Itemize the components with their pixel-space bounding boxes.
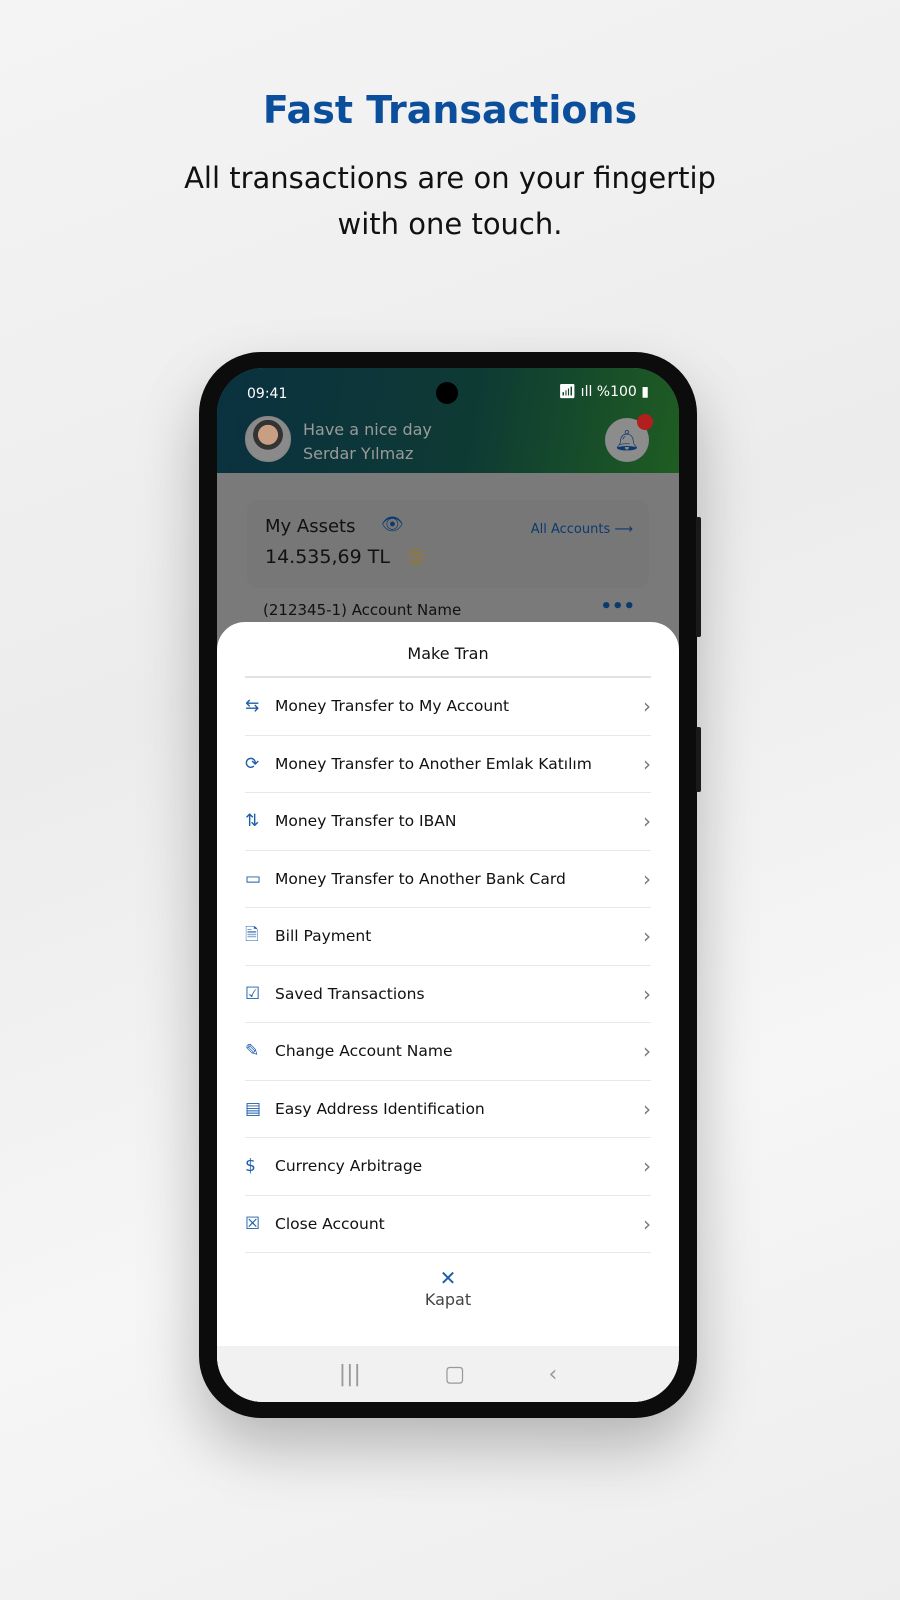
menu-item-label: Money Transfer to IBAN (275, 812, 457, 831)
chevron-right-icon: › (643, 866, 651, 891)
camera-icon (436, 382, 458, 404)
menu-item-label: Money Transfer to Another Emlak Katılım (275, 754, 592, 773)
menu-item-icon: ⇅ (245, 811, 260, 832)
chevron-right-icon: › (643, 981, 651, 1006)
menu-item-label: Money Transfer to Another Bank Card (275, 869, 566, 888)
subtitle-line-1: All transactions are on your fingertip (184, 161, 716, 195)
side-button (696, 517, 701, 637)
close-button[interactable]: ✕ Kapat (217, 1267, 679, 1311)
promo-subtitle: All transactions are on your fingertip wi… (0, 155, 900, 247)
assets-value: 14.535,69 TL (265, 546, 390, 568)
menu-item[interactable]: ⇅ Money Transfer to IBAN › (245, 793, 651, 851)
home-icon[interactable]: ▢ (444, 1362, 465, 1387)
status-icons: 📶︎ ıll %100 ▮ (558, 384, 649, 400)
menu-item[interactable]: ⟳ Money Transfer to Another Emlak Katılım… (245, 736, 651, 793)
phone-frame: 09:41 📶︎ ıll %100 ▮ Have a nice day Serda… (199, 352, 701, 1418)
notification-badge (637, 414, 653, 430)
menu-item[interactable]: $ Currency Arbitrage › (245, 1138, 651, 1196)
menu-item[interactable]: 🗎 Bill Payment › (245, 908, 651, 966)
assets-card: My Assets 👁︎ 14.535,69 TL Ⓢ All Accounts… (247, 500, 649, 588)
chevron-right-icon: › (643, 1211, 651, 1236)
sheet-title: Make Tran (245, 622, 651, 678)
more-icon[interactable]: ••• (600, 596, 635, 617)
assets-label: My Assets (265, 516, 356, 537)
currency-icon[interactable]: Ⓢ (407, 544, 425, 570)
wifi-icon: 📶︎ ıll (558, 384, 597, 400)
status-time: 09:41 (247, 386, 288, 402)
menu-item-label: Saved Transactions (275, 984, 425, 1003)
menu-item[interactable]: ▭ Money Transfer to Another Bank Card › (245, 851, 651, 908)
account-row[interactable]: (212345-1) Account Name (263, 601, 461, 619)
chevron-right-icon: › (643, 1154, 651, 1179)
notification-button[interactable]: 🔔︎ (605, 414, 653, 462)
menu-item-label: Currency Arbitrage (275, 1157, 423, 1176)
greeting-text: Have a nice day (303, 420, 432, 439)
menu-item-icon: ☒ (245, 1213, 261, 1234)
menu-item-icon: ▭ (245, 868, 262, 889)
menu-item[interactable]: ☑ Saved Transactions › (245, 966, 651, 1023)
android-nav-bar: ||| ▢ ‹ (217, 1346, 679, 1402)
menu-item-label: Change Account Name (275, 1042, 453, 1061)
chevron-right-icon: › (643, 694, 651, 719)
chevron-right-icon: › (643, 1039, 651, 1064)
arrow-right-icon: ⟶ (614, 522, 633, 537)
bell-icon: 🔔︎ (614, 428, 640, 452)
menu-item-label: Close Account (275, 1214, 385, 1233)
chevron-right-icon: › (643, 809, 651, 834)
greeting: Have a nice day Serdar Yılmaz (303, 418, 432, 466)
all-accounts-link[interactable]: All Accounts ⟶ (531, 522, 633, 537)
menu-item-icon: $ (245, 1156, 256, 1177)
chevron-right-icon: › (643, 924, 651, 949)
battery-icon: ▮ (641, 384, 649, 400)
eye-icon[interactable]: 👁︎ (381, 514, 404, 535)
user-name: Serdar Yılmaz (303, 444, 414, 463)
menu-item-icon: ▤ (245, 1098, 262, 1119)
menu-item-label: Money Transfer to My Account (275, 697, 510, 716)
menu-item[interactable]: ⇆ Money Transfer to My Account › (245, 678, 651, 736)
subtitle-line-2: with one touch. (337, 207, 563, 241)
all-accounts-label: All Accounts (530, 522, 611, 537)
promo-title: Fast Transactions (262, 88, 638, 132)
make-transaction-sheet: Make Tran ⇆ Money Transfer to My Account ›… (217, 622, 679, 1402)
menu-item-icon: ⟳ (245, 753, 260, 774)
close-icon: ✕ (439, 1266, 457, 1290)
phone-screen: 09:41 📶︎ ıll %100 ▮ Have a nice day Serda… (217, 368, 679, 1402)
menu-item-icon: 🗎 (245, 924, 259, 945)
close-label: Kapat (424, 1290, 472, 1309)
chevron-right-icon: › (643, 751, 651, 776)
menu-item-label: Easy Address Identification (275, 1099, 485, 1118)
battery-level: %100 (596, 384, 637, 400)
avatar[interactable] (245, 416, 291, 462)
menu-item-icon: ⇆ (245, 696, 260, 717)
menu-item[interactable]: ▤ Easy Address Identification › (245, 1081, 651, 1138)
side-button (696, 727, 701, 792)
menu-item[interactable]: ☒ Close Account › (245, 1196, 651, 1253)
app-header: 09:41 📶︎ ıll %100 ▮ Have a nice day Serda… (217, 368, 679, 473)
back-icon[interactable]: ‹ (548, 1362, 557, 1387)
menu-item-icon: ☑ (245, 983, 261, 1004)
menu-item-icon: ✎ (245, 1041, 260, 1062)
menu-item-label: Bill Payment (275, 927, 372, 946)
menu-item[interactable]: ✎ Change Account Name › (245, 1023, 651, 1081)
recents-icon[interactable]: ||| (339, 1362, 361, 1387)
chevron-right-icon: › (643, 1096, 651, 1121)
